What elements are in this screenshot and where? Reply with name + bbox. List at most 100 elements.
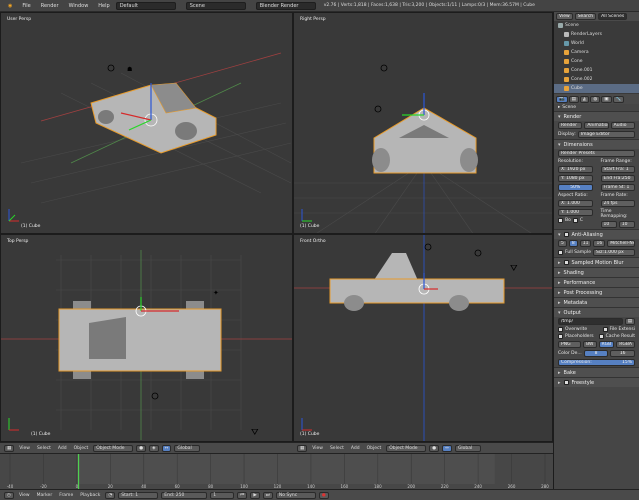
render-presets-selector[interactable]: Render Presets xyxy=(558,150,635,157)
aa-samples-16[interactable]: 16 xyxy=(593,240,606,247)
freestyle-checkbox[interactable] xyxy=(563,380,569,385)
menu-marker[interactable]: Marker xyxy=(35,493,55,498)
menu-select[interactable]: Select xyxy=(35,446,53,451)
jump-start-button[interactable]: ⏮ xyxy=(237,491,248,499)
cache-result-checkbox[interactable] xyxy=(598,334,604,339)
viewport-front-ortho[interactable]: Front Ortho ⛛ (1) Cube xyxy=(293,234,553,442)
outliner-display-mode[interactable]: All Scenes xyxy=(598,13,628,20)
outliner-item-cone-001[interactable]: Cone.001 xyxy=(554,66,639,75)
editor-type-button[interactable]: ▦ xyxy=(4,444,15,452)
overwrite-checkbox[interactable] xyxy=(558,327,563,332)
panel-sampled-motion-blur-header[interactable]: ▸ Sampled Motion Blur xyxy=(554,257,639,267)
outliner[interactable]: View Search All Scenes Scene RenderLayer… xyxy=(553,12,639,94)
world-tab-icon[interactable]: ◍ xyxy=(590,96,601,103)
animation-button[interactable]: Animation xyxy=(584,122,609,129)
play-button[interactable]: ▶ xyxy=(250,491,260,499)
frame-rate-selector[interactable]: 24 fps xyxy=(600,200,635,207)
menu-view[interactable]: View xyxy=(310,446,325,451)
color-mode-rgba[interactable]: RGBA xyxy=(616,341,635,348)
resolution-y-field[interactable]: Y: 1080 px xyxy=(558,175,593,182)
blender-logo-icon[interactable]: ◉ xyxy=(4,3,16,9)
render-button[interactable]: Render xyxy=(558,122,583,129)
start-frame-field[interactable]: Start Fra: 1 xyxy=(600,166,635,173)
viewport-top-persp[interactable]: Top Persp ✦ ⛛ (1) Cube xyxy=(0,234,293,442)
orientation-selector[interactable]: Global xyxy=(174,444,201,452)
shading-button[interactable]: ● xyxy=(136,444,147,452)
aa-samples-5[interactable]: 5 xyxy=(558,240,567,247)
layout-selector[interactable]: Default xyxy=(115,1,176,10)
outliner-tab-search[interactable]: Search xyxy=(574,13,597,20)
frame-step-field[interactable]: Frame St: 1 xyxy=(600,184,635,191)
editor-type-button[interactable]: ▦ xyxy=(297,444,308,452)
manipulator-button[interactable]: ↔ xyxy=(442,444,452,452)
scene-tab-icon[interactable]: ◭ xyxy=(579,96,590,103)
outliner-item-cone[interactable]: Cone xyxy=(554,57,639,66)
panel-dimensions-header[interactable]: ▾ Dimensions xyxy=(554,139,639,149)
shading-button[interactable]: ● xyxy=(429,444,440,452)
panel-render-header[interactable]: ▾ Render xyxy=(554,111,639,121)
manipulator-button[interactable]: ↔ xyxy=(161,444,172,452)
border-checkbox[interactable] xyxy=(558,218,563,223)
remap-new-field[interactable]: 10 xyxy=(618,221,635,228)
viewport-right-persp[interactable]: Right Persp (1) Cube xyxy=(293,12,553,234)
panel-post-processing-header[interactable]: ▸ Post Processing xyxy=(554,287,639,297)
audio-button[interactable]: Audio xyxy=(610,122,635,129)
menu-frame[interactable]: Frame xyxy=(57,493,75,498)
full-sample-checkbox[interactable] xyxy=(558,250,563,255)
anti-aliasing-checkbox[interactable] xyxy=(563,232,569,237)
menu-object[interactable]: Object xyxy=(72,446,91,451)
aspect-y-field[interactable]: Y: 1.000 xyxy=(558,209,593,216)
menu-view[interactable]: View xyxy=(17,446,32,451)
outliner-tab-view[interactable]: View xyxy=(556,13,573,20)
panel-output-header[interactable]: ▾ Output xyxy=(554,307,639,317)
color-depth-8[interactable]: 8 xyxy=(583,350,609,357)
panel-metadata-header[interactable]: ▸ Metadata xyxy=(554,297,639,307)
color-mode-bw[interactable]: BW xyxy=(583,341,597,348)
remap-old-field[interactable]: 10 xyxy=(600,221,617,228)
placeholders-checkbox[interactable] xyxy=(558,334,563,339)
outliner-item-world[interactable]: World xyxy=(554,39,639,48)
end-frame-field[interactable]: End: 250 xyxy=(161,491,208,499)
outliner-item-scene[interactable]: Scene xyxy=(554,21,639,30)
outliner-item-cube[interactable]: Cube xyxy=(554,84,639,93)
menu-view[interactable]: View xyxy=(17,493,32,498)
panel-shading-header[interactable]: ▸ Shading xyxy=(554,267,639,277)
menu-window[interactable]: Window xyxy=(65,3,93,9)
record-button[interactable]: ● xyxy=(318,491,329,499)
menu-object[interactable]: Object xyxy=(365,446,384,451)
file-format-selector[interactable]: PNG xyxy=(558,341,582,348)
orientation-selector[interactable]: Global xyxy=(454,444,481,452)
sync-selector[interactable]: No Sync xyxy=(275,491,316,499)
menu-help[interactable]: Help xyxy=(94,3,113,9)
start-frame-field[interactable]: Start: 1 xyxy=(118,491,159,499)
panel-anti-aliasing-header[interactable]: ▾ Anti-Aliasing xyxy=(554,229,639,239)
resolution-x-field[interactable]: X: 1920 px xyxy=(558,166,593,173)
timeline-editor[interactable]: -40 -20 0 20 40 60 80 100 120 140 160 180 200 220 240 2… xyxy=(0,453,553,490)
aa-samples-11[interactable]: 11 xyxy=(579,240,592,247)
mode-selector[interactable]: Object Mode xyxy=(93,444,134,452)
modifier-tab-icon[interactable]: 🔧 xyxy=(612,96,625,103)
render-engine-selector[interactable]: Blender Render xyxy=(255,1,316,10)
pivot-button[interactable]: ◈ xyxy=(149,444,159,452)
panel-bake-header[interactable]: ▸ Bake xyxy=(554,367,639,377)
outliner-item-camera[interactable]: Camera xyxy=(554,48,639,57)
crop-checkbox[interactable] xyxy=(572,218,578,223)
aspect-x-field[interactable]: X: 1.000 xyxy=(558,200,593,207)
properties-editor[interactable]: 📷 ▤ ◭ ◍ ▣ 🔧 ▸ Scene ▾ Render Render Animation A… xyxy=(553,94,639,489)
outliner-item-cone-002[interactable]: Cone.002 xyxy=(554,75,639,84)
output-path-field[interactable]: /tmp/ xyxy=(558,318,623,325)
outliner-item-renderlayers[interactable]: RenderLayers xyxy=(554,30,639,39)
file-extensions-checkbox[interactable] xyxy=(602,327,608,332)
motion-blur-checkbox[interactable] xyxy=(563,260,569,265)
viewport-user-persp[interactable]: User Persp ☗ (1) Cube xyxy=(0,12,293,234)
resolution-percentage-slider[interactable]: 50% xyxy=(558,184,593,191)
menu-add[interactable]: Add xyxy=(349,446,362,451)
scene-selector[interactable]: Scene xyxy=(185,1,246,10)
aa-filter-selector[interactable]: Mitchell-Net... xyxy=(607,240,635,247)
folder-icon[interactable]: ▤ xyxy=(624,318,635,325)
current-frame-field[interactable]: 1 xyxy=(210,491,235,499)
menu-select[interactable]: Select xyxy=(328,446,346,451)
menu-file[interactable]: File xyxy=(18,3,34,9)
display-selector[interactable]: Image Editor xyxy=(577,131,635,138)
menu-add[interactable]: Add xyxy=(56,446,69,451)
